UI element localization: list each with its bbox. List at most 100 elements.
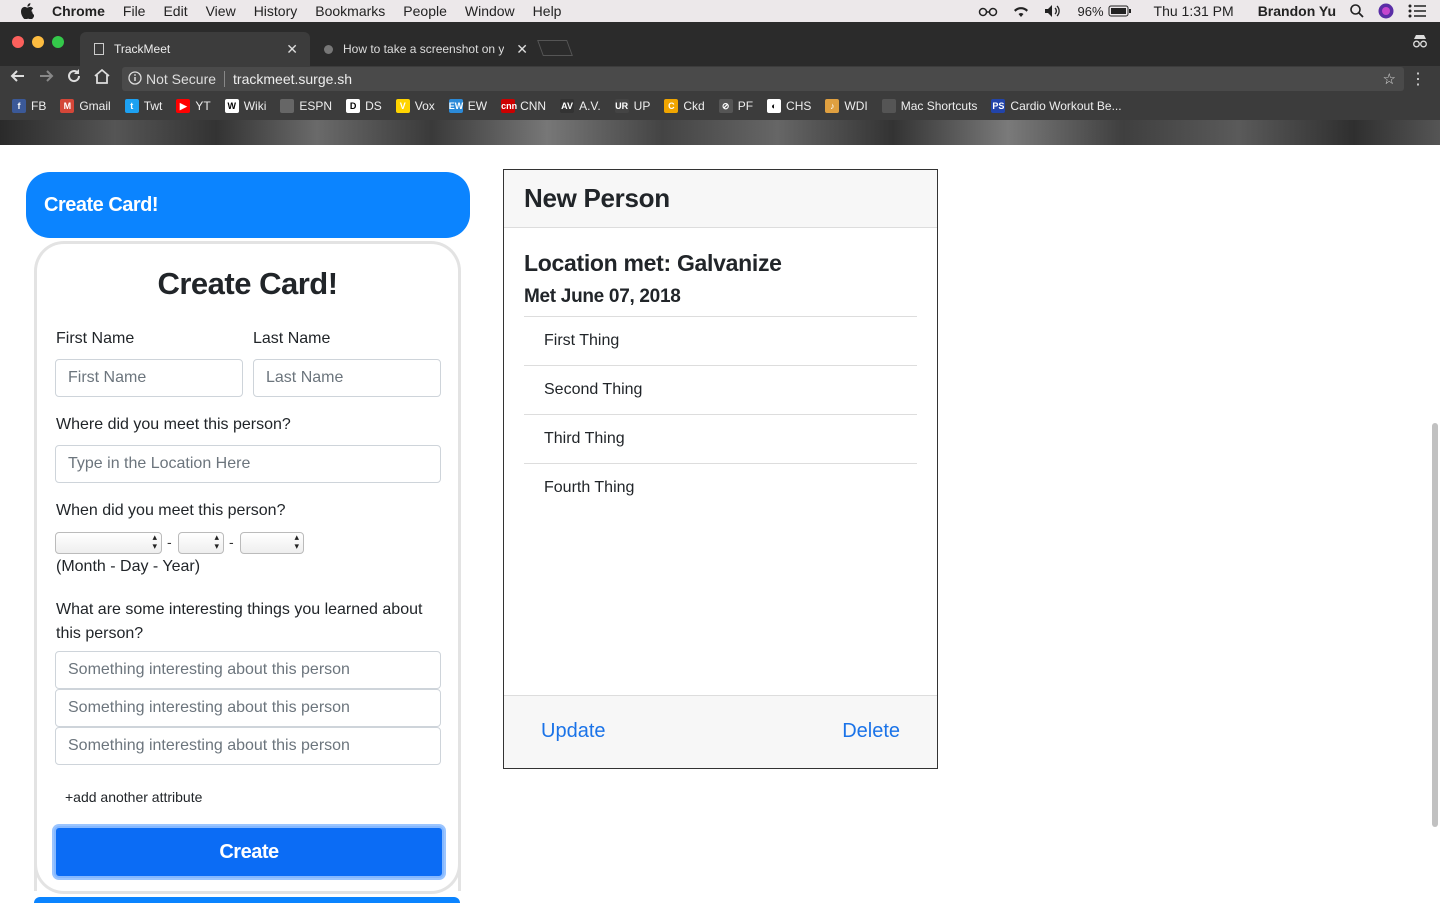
bookmark-favicon-icon: EW — [448, 99, 464, 113]
bookmark-item[interactable]: PS Cardio Workout Be... — [991, 99, 1122, 113]
list-item: Second Thing — [524, 365, 917, 414]
update-button[interactable]: Update — [541, 720, 606, 743]
bookmark-item[interactable]: V Vox — [395, 99, 435, 113]
tab-title: How to take a screenshot on y — [343, 42, 505, 56]
close-tab-icon[interactable]: ✕ — [516, 41, 528, 58]
apple-icon[interactable] — [20, 3, 36, 19]
profile-icon[interactable] — [1412, 34, 1428, 51]
tab-screenshot-howto[interactable]: How to take a screenshot on y ✕ — [310, 32, 540, 66]
clock[interactable]: Thu 1:31 PM — [1154, 3, 1234, 19]
browser-toolbar: Not Secure trackmeet.surge.sh ☆ ⋮ — [0, 66, 1440, 92]
bookmark-item[interactable]: ▶ YT — [176, 99, 211, 113]
bookmark-item[interactable]: ♪ WDI — [825, 99, 868, 113]
menu-history[interactable]: History — [254, 3, 298, 19]
bookmark-label: CNN — [520, 99, 547, 113]
page-scrollbar[interactable] — [1432, 423, 1438, 827]
bookmark-item[interactable]: EW EW — [448, 99, 487, 113]
zoom-window-button[interactable] — [52, 36, 64, 48]
last-name-input[interactable]: Last Name — [253, 359, 441, 397]
location-met: Location met: Galvanize — [524, 250, 782, 276]
wifi-icon[interactable] — [1012, 5, 1030, 18]
fact-input-2[interactable]: Something interesting about this person — [55, 689, 441, 727]
info-icon[interactable] — [128, 70, 142, 88]
bookmark-favicon-icon — [280, 99, 295, 113]
bookmark-favicon-icon: ◐ — [767, 99, 782, 113]
back-arrow-icon[interactable] — [10, 68, 26, 89]
bookmark-item[interactable]: t Twt — [124, 99, 162, 113]
met-date: Met June 07, 2018 — [524, 286, 681, 307]
bookmark-label: A.V. — [579, 99, 601, 113]
person-card: New Person Location met: Galvanize Met J… — [503, 169, 938, 769]
menu-view[interactable]: View — [206, 3, 236, 19]
user-name[interactable]: Brandon Yu — [1258, 3, 1336, 19]
close-tab-icon[interactable]: ✕ — [286, 41, 298, 58]
bookmark-label: UP — [633, 99, 651, 113]
bookmark-item[interactable]: Mac Shortcuts — [881, 99, 977, 113]
create-card-toggle[interactable]: Create Card! — [26, 172, 470, 238]
notification-center-icon[interactable] — [1408, 4, 1426, 18]
menu-bookmarks[interactable]: Bookmarks — [315, 3, 385, 19]
home-icon[interactable] — [93, 68, 111, 89]
battery-percent[interactable]: 96% — [1078, 4, 1104, 19]
list-item: First Thing — [524, 316, 917, 365]
bookmark-item[interactable]: AV A.V. — [560, 99, 601, 113]
facts-label: What are some interesting things you lea… — [56, 601, 423, 642]
siri-icon[interactable] — [1378, 3, 1394, 19]
date-separator: - — [167, 534, 172, 550]
bookmark-favicon-icon: UR — [614, 99, 629, 113]
bookmark-star-icon[interactable]: ☆ — [1383, 70, 1396, 88]
tab-trackmeet[interactable]: TrackMeet ✕ — [80, 32, 310, 66]
accessibility-glasses-icon[interactable] — [978, 5, 998, 17]
address-bar[interactable]: Not Secure trackmeet.surge.sh ☆ — [122, 67, 1404, 91]
bookmark-item[interactable]: f FB — [12, 99, 46, 113]
date-format-hint: (Month - Day - Year) — [56, 558, 201, 575]
bookmark-item[interactable]: C Ckd — [664, 99, 705, 113]
bookmark-favicon-icon: D — [346, 99, 361, 113]
close-window-button[interactable] — [12, 36, 24, 48]
bookmark-item[interactable]: ◐ CHS — [767, 99, 811, 113]
bookmark-item[interactable]: ESPN — [280, 99, 332, 113]
menu-edit[interactable]: Edit — [163, 3, 187, 19]
fact-input-3[interactable]: Something interesting about this person — [55, 727, 441, 765]
location-input[interactable]: Type in the Location Here — [55, 445, 441, 483]
menu-app-name[interactable]: Chrome — [52, 3, 105, 19]
bookmark-item[interactable]: M Gmail — [60, 99, 111, 113]
volume-icon[interactable] — [1044, 4, 1064, 18]
bookmark-item[interactable]: cnn CNN — [501, 99, 546, 113]
new-tab-button[interactable] — [537, 40, 573, 56]
bookmark-favicon-icon: M — [60, 99, 75, 113]
first-name-input[interactable]: First Name — [55, 359, 243, 397]
menu-file[interactable]: File — [123, 3, 146, 19]
forward-arrow-icon[interactable] — [38, 68, 54, 89]
month-select[interactable] — [55, 532, 162, 554]
person-name: New Person — [504, 170, 937, 228]
menu-people[interactable]: People — [403, 3, 447, 19]
security-status[interactable]: Not Secure — [146, 71, 216, 87]
day-select[interactable] — [178, 532, 224, 554]
bookmark-item[interactable]: ⊘ PF — [718, 99, 754, 113]
bookmark-label: Gmail — [79, 99, 111, 113]
delete-button[interactable]: Delete — [842, 720, 900, 743]
tab-title: TrackMeet — [114, 42, 171, 56]
location-label: Where did you meet this person? — [56, 416, 291, 433]
menu-help[interactable]: Help — [533, 3, 562, 19]
fact-input-1[interactable]: Something interesting about this person — [55, 651, 441, 689]
minimize-window-button[interactable] — [32, 36, 44, 48]
menu-window[interactable]: Window — [465, 3, 515, 19]
create-button[interactable]: Create — [54, 826, 444, 878]
reload-icon[interactable] — [66, 68, 82, 89]
bookmark-item[interactable]: W Wiki — [224, 99, 266, 113]
bookmark-item[interactable]: UR UP — [614, 99, 651, 113]
date-separator: - — [229, 534, 234, 550]
add-attribute-link[interactable]: +add another attribute — [65, 789, 202, 805]
bookmark-favicon-icon: ⊘ — [718, 99, 733, 113]
bookmark-item[interactable]: D DS — [346, 99, 382, 113]
year-select[interactable] — [240, 532, 304, 554]
first-name-label: First Name — [56, 330, 135, 347]
battery-icon[interactable] — [1108, 5, 1132, 17]
spotlight-search-icon[interactable] — [1350, 4, 1364, 18]
bookmark-label: FB — [31, 99, 47, 113]
bookmark-label: PF — [737, 99, 754, 113]
url-text[interactable]: trackmeet.surge.sh — [233, 71, 352, 87]
chrome-menu-icon[interactable]: ⋮ — [1410, 69, 1426, 89]
